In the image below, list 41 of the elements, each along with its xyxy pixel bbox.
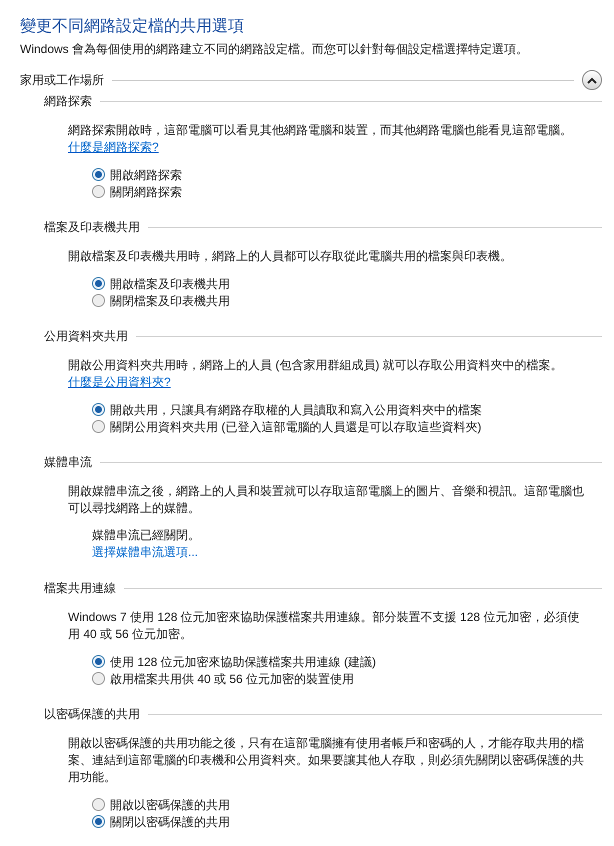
radio-label[interactable]: 關閉公用資料夾共用 (已登入這部電腦的人員還是可以存取這些資料夾)	[110, 418, 482, 436]
section-description: 網路探索開啟時，這部電腦可以看見其他網路電腦和裝置，而其他網路電腦也能看見這部電腦。 什麼是網路探索?	[68, 122, 573, 156]
section-heading: 以密碼保護的共用	[44, 706, 140, 723]
options-link[interactable]: 選擇媒體串流選項...	[92, 544, 198, 561]
radio-button[interactable]	[92, 403, 105, 416]
section-heading: 網路探索	[44, 93, 92, 110]
radio-label[interactable]: 啟用檔案共用供 40 或 56 位元加密的裝置使用	[110, 670, 354, 688]
section-heading: 公用資料夾共用	[44, 328, 128, 345]
section-description: 開啟公用資料夾共用時，網路上的人員 (包含家用群組成員) 就可以存取公用資料夾中的檔案。 什麼是公用資料夾?	[68, 357, 564, 391]
page-title: 變更不同網路設定檔的共用選項	[20, 16, 245, 37]
radio-label[interactable]: 關閉以密碼保護的共用	[110, 812, 230, 830]
radio-label[interactable]: 關閉網路探索	[110, 182, 182, 200]
radio-button[interactable]	[92, 798, 105, 811]
radio-button[interactable]	[92, 420, 105, 433]
section-description: Windows 7 使用 128 位元加密來協助保護檔案共用連線。部分裝置不支援 128 位元加密，必須使用 40 或 56 位元加密。	[68, 609, 580, 643]
radio-button[interactable]	[92, 655, 105, 668]
page-description: Windows 會為每個使用的網路建立不同的網路設定檔。而您可以針對每個設定檔選擇特定選項。	[20, 41, 530, 58]
group-heading: 家用或工作場所	[20, 72, 104, 89]
radio-button[interactable]	[92, 185, 105, 198]
radio-label[interactable]: 開啟以密碼保護的共用	[110, 796, 230, 814]
help-link[interactable]: 什麼是公用資料夾?	[68, 375, 171, 389]
radio-button[interactable]	[92, 294, 105, 307]
section-description: 開啟以密碼保護的共用功能之後，只有在這部電腦擁有使用者帳戶和密碼的人，才能存取共用的檔案、連結到這部電腦的印表機和公用資料夾。如果要讓其他人存取，則必須先關閉以密碼保護的共用功能。	[68, 735, 585, 786]
radio-label[interactable]: 開啟檔案及印表機共用	[110, 274, 230, 292]
radio-button[interactable]	[92, 815, 105, 828]
section-description: 開啟媒體串流之後，網路上的人員和裝置就可以存取這部電腦上的圖片、音樂和視訊。這部電腦也可以尋找網路上的媒體。	[68, 483, 585, 517]
section-description: 開啟檔案及印表機共用時，網路上的人員都可以存取從此電腦共用的檔案與印表機。	[68, 248, 513, 265]
chevron-icon	[587, 76, 597, 84]
section-heading: 檔案共用連線	[44, 580, 116, 597]
help-link[interactable]: 什麼是網路探索?	[68, 140, 159, 154]
radio-button[interactable]	[92, 277, 105, 290]
collapse-button[interactable]	[582, 70, 602, 90]
radio-label[interactable]: 開啟網路探索	[110, 166, 182, 184]
radio-label[interactable]: 關閉檔案及印表機共用	[110, 292, 230, 310]
section-heading: 檔案及印表機共用	[44, 219, 140, 236]
radio-label[interactable]: 使用 128 位元加密來協助保護檔案共用連線 (建議)	[110, 652, 376, 670]
radio-button[interactable]	[92, 672, 105, 685]
status-text: 媒體串流已經關閉。	[92, 527, 200, 544]
section-heading: 媒體串流	[44, 454, 92, 471]
radio-button[interactable]	[92, 168, 105, 181]
radio-label[interactable]: 開啟共用，只讓具有網路存取權的人員讀取和寫入公用資料夾中的檔案	[110, 400, 482, 418]
